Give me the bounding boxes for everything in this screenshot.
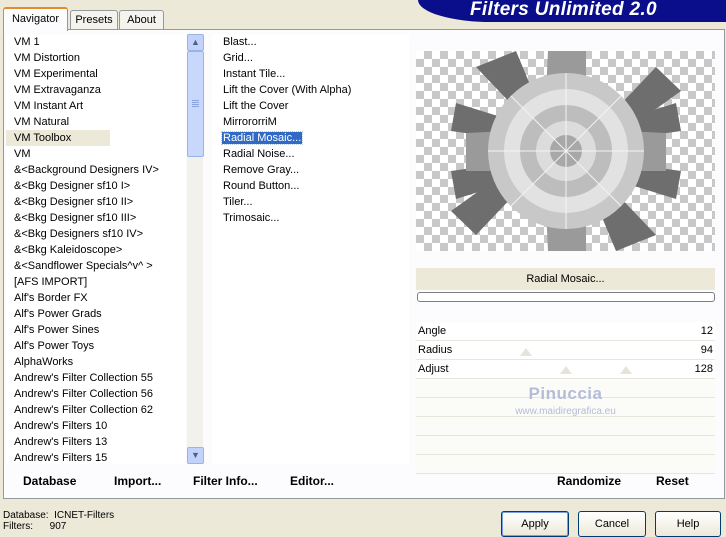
filter-info-link[interactable]: Filter Info...: [193, 474, 258, 488]
param-row-angle[interactable]: Angle 12: [416, 322, 715, 341]
filter-item[interactable]: Radial Noise...: [212, 146, 409, 162]
editor-link[interactable]: Editor...: [290, 474, 334, 488]
empty-param-slot: [416, 436, 715, 455]
category-item[interactable]: VM Experimental: [6, 66, 186, 82]
status-database-label: Database:: [3, 510, 49, 521]
category-item[interactable]: Andrew's Filter Collection 55: [6, 370, 186, 386]
param-label: Angle: [418, 325, 447, 337]
filter-item[interactable]: Lift the Cover (With Alpha): [212, 82, 409, 98]
category-item[interactable]: Andrew's Filter Collection 56: [6, 386, 186, 402]
category-item[interactable]: AlphaWorks: [6, 354, 186, 370]
tab-presets[interactable]: Presets: [70, 10, 118, 29]
category-item[interactable]: Andrew's Filters 13: [6, 434, 186, 450]
import-link[interactable]: Import...: [114, 474, 161, 488]
category-item[interactable]: VM Natural: [6, 114, 186, 130]
apply-button[interactable]: Apply: [501, 511, 569, 537]
category-item[interactable]: VM Extravaganza: [6, 82, 186, 98]
title-banner: Filters Unlimited 2.0: [418, 0, 726, 22]
scroll-down-icon[interactable]: ▼: [187, 447, 204, 464]
category-item[interactable]: &<Background Designers IV>: [6, 162, 186, 178]
filter-item[interactable]: MirrororriM: [212, 114, 409, 130]
status-filters-value: 907: [49, 521, 67, 532]
category-item[interactable]: VM Instant Art: [6, 98, 186, 114]
category-item[interactable]: &<Bkg Designer sf10 III>: [6, 210, 186, 226]
category-item[interactable]: &<Bkg Designers sf10 IV>: [6, 226, 186, 242]
filter-item[interactable]: Grid...: [212, 50, 409, 66]
filter-item-label: Round Button...: [223, 180, 300, 192]
category-list[interactable]: VM 1 VM Distortion VM Experimental VM Extra…: [6, 34, 186, 464]
filter-item-label: Lift the Cover: [223, 100, 289, 112]
banner-title: Filters Unlimited 2.0: [470, 0, 657, 20]
category-item[interactable]: VM: [6, 146, 186, 162]
watermark-url: www.maidiregrafica.eu: [515, 406, 616, 417]
category-item[interactable]: Alf's Power Sines: [6, 322, 186, 338]
category-item[interactable]: Andrew's Filter Collection 62: [6, 402, 186, 418]
param-label: Adjust: [418, 363, 449, 375]
filter-list[interactable]: Blast... Grid... Instant Tile... Lift the C…: [212, 34, 409, 464]
watermark-name: Pinuccia: [528, 384, 603, 403]
progress-bar: [417, 292, 715, 302]
param-value: 94: [700, 344, 713, 356]
filter-item-label: Grid...: [223, 52, 253, 64]
param-label: Radius: [418, 344, 453, 356]
category-item[interactable]: Alf's Power Grads: [6, 306, 186, 322]
category-item[interactable]: VM 1: [6, 34, 186, 50]
filter-item-label: Trimosaic...: [223, 212, 280, 224]
category-item[interactable]: &<Sandflower Specials^v^ >: [6, 258, 186, 274]
category-item[interactable]: [AFS IMPORT]: [6, 274, 186, 290]
navigator-toolbar: Database Import... Filter Info... Editor…: [3, 465, 723, 497]
category-item[interactable]: &<Bkg Designer sf10 I>: [6, 178, 186, 194]
current-filter-name: Radial Mosaic...: [416, 268, 715, 290]
tab-navigator[interactable]: Navigator: [3, 7, 68, 31]
category-item[interactable]: VM Distortion: [6, 50, 186, 66]
help-button[interactable]: Help: [655, 511, 721, 537]
empty-param-slot: [416, 417, 715, 436]
database-link[interactable]: Database: [23, 474, 76, 488]
preview-pane: Radial Mosaic... Angle 12 Radius 94 Adjust 12…: [416, 34, 715, 474]
filter-item[interactable]: Round Button...: [212, 178, 409, 194]
category-item[interactable]: Alf's Power Toys: [6, 338, 186, 354]
tab-about[interactable]: About: [119, 10, 164, 29]
tab-bar: Navigator Presets About: [0, 0, 430, 31]
param-value: 128: [694, 363, 713, 375]
reset-link[interactable]: Reset: [656, 474, 689, 488]
filter-item[interactable]: Trimosaic...: [212, 210, 409, 226]
filter-item[interactable]: Remove Gray...: [212, 162, 409, 178]
radial-mosaic-preview: [451, 51, 681, 251]
status-filters-label: Filters:: [3, 521, 33, 532]
randomize-link[interactable]: Randomize: [557, 474, 621, 488]
category-item[interactable]: Alf's Border FX: [6, 290, 186, 306]
category-item[interactable]: &<Bkg Kaleidoscope>: [6, 242, 186, 258]
category-scrollbar[interactable]: ▲ ▼: [187, 34, 204, 464]
scrollbar-thumb[interactable]: [187, 51, 204, 157]
filter-item-label: Instant Tile...: [223, 68, 286, 80]
status-database-value: ICNET-Filters: [54, 510, 115, 521]
category-item[interactable]: Andrew's Filters 15: [6, 450, 186, 464]
scroll-up-icon[interactable]: ▲: [187, 34, 204, 51]
filter-item-label: Radial Noise...: [223, 148, 295, 160]
filter-item[interactable]: Blast...: [212, 34, 409, 50]
filter-item[interactable]: Tiler...: [212, 194, 409, 210]
cancel-button[interactable]: Cancel: [578, 511, 646, 537]
filter-item[interactable]: Instant Tile...: [212, 66, 409, 82]
category-item[interactable]: Andrew's Filters 10: [6, 418, 186, 434]
filter-item-label: Tiler...: [223, 196, 253, 208]
preview-image: [416, 51, 715, 251]
category-item[interactable]: VM Toolbox: [6, 130, 110, 146]
filter-item-label: Blast...: [223, 36, 257, 48]
filter-item-label: MirrororriM: [223, 116, 277, 128]
grip-icon: [192, 100, 199, 101]
param-value: 12: [700, 325, 713, 337]
filter-item-label: Remove Gray...: [223, 164, 300, 176]
filter-item-label: Radial Mosaic...: [220, 131, 304, 145]
category-item[interactable]: &<Bkg Designer sf10 II>: [6, 194, 186, 210]
filter-item[interactable]: Radial Mosaic...: [212, 130, 409, 146]
filter-item[interactable]: Lift the Cover: [212, 98, 409, 114]
filter-item-label: Lift the Cover (With Alpha): [223, 84, 352, 96]
